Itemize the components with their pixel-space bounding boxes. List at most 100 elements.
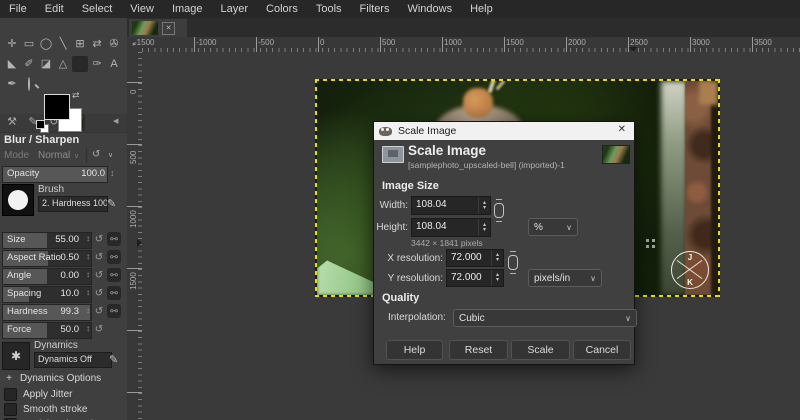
dynamics-options-expander[interactable]: + Dynamics Options: [4, 373, 101, 384]
force-slider[interactable]: Force 50.0 ↕: [2, 322, 92, 339]
cursor-dots: [646, 239, 649, 242]
chevron-down-icon: ∨: [590, 274, 596, 283]
aspect-ratio-spinner-icon[interactable]: ↕: [86, 252, 90, 261]
spacing-spinner-icon[interactable]: ↕: [86, 288, 90, 297]
default-colors-icon[interactable]: [36, 120, 45, 129]
menu-item-file[interactable]: File: [0, 0, 36, 18]
dialog-titlebar[interactable]: Scale Image ✕: [374, 122, 634, 140]
x-resolution-spinner[interactable]: ▴ ▾: [491, 250, 503, 266]
menu-item-image[interactable]: Image: [163, 0, 212, 18]
spin-down-icon[interactable]: ▾: [496, 278, 499, 283]
spin-down-icon[interactable]: ▾: [496, 258, 499, 263]
resolution-link-chain-icon[interactable]: [507, 251, 519, 274]
image-tab[interactable]: ✕: [129, 19, 187, 37]
bucket-fill-tool[interactable]: ◣: [4, 56, 20, 72]
rectangle-select-tool[interactable]: ▭: [21, 36, 37, 52]
dynamics-field[interactable]: Dynamics Off: [34, 352, 112, 368]
transform-tool[interactable]: ⇄: [89, 36, 105, 52]
checkbox-apply-jitter[interactable]: Apply Jitter: [4, 388, 72, 401]
vertical-ruler[interactable]: 0 500 1000 1500: [127, 52, 143, 420]
force-reset-icon[interactable]: ↺: [93, 324, 105, 335]
spacing-reset-icon[interactable]: ↺: [93, 288, 105, 299]
size-slider[interactable]: Size 55.00 ↕: [2, 232, 92, 249]
aspect-ratio-slider[interactable]: Aspect Ratio 0.50 ↕: [2, 250, 92, 267]
menu-item-edit[interactable]: Edit: [36, 0, 73, 18]
ink-tool[interactable]: ✒: [4, 76, 20, 92]
airbrush-tool[interactable]: △: [55, 56, 71, 72]
spacing-link-button[interactable]: ⚯: [107, 286, 121, 300]
paintbrush-tool[interactable]: ✐: [21, 56, 37, 72]
blur-sharpen-tool[interactable]: [72, 56, 88, 72]
aspect-ratio-link-button[interactable]: ⚯: [107, 250, 121, 264]
dialog-close-button[interactable]: ✕: [618, 124, 626, 135]
tab-close-icon[interactable]: ✕: [162, 22, 175, 35]
brush-name-field[interactable]: 2. Hardness 100: [38, 196, 108, 212]
menu-item-select[interactable]: Select: [73, 0, 122, 18]
opacity-spinner-icon[interactable]: ↕: [110, 168, 115, 178]
angle-link-button[interactable]: ⚯: [107, 268, 121, 282]
spin-down-icon[interactable]: ▾: [483, 206, 486, 211]
mode-switch-chevron-icon[interactable]: ∨: [108, 151, 113, 159]
spin-down-icon[interactable]: ▾: [483, 228, 486, 233]
width-field[interactable]: 108.04 ▴ ▾: [411, 196, 491, 215]
crop-tool[interactable]: ⊞: [72, 36, 88, 52]
spacing-slider[interactable]: Spacing 10.0 ↕: [2, 286, 92, 303]
menu-item-view[interactable]: View: [121, 0, 163, 18]
smudge-tool[interactable]: ✑: [89, 56, 105, 72]
reset-button[interactable]: Reset: [449, 340, 508, 360]
tool-options-tab[interactable]: ⚒: [2, 114, 22, 131]
scale-button[interactable]: Scale: [511, 340, 570, 360]
dialog-image-thumbnail: [602, 145, 630, 164]
text-tool[interactable]: A: [106, 56, 122, 72]
hardness-link-button[interactable]: ⚯: [107, 304, 121, 318]
menu-item-windows[interactable]: Windows: [398, 0, 461, 18]
zoom-tool[interactable]: [21, 76, 37, 92]
height-spinner[interactable]: ▴ ▾: [478, 219, 490, 236]
menu-item-colors[interactable]: Colors: [257, 0, 307, 18]
menu-item-filters[interactable]: Filters: [351, 0, 399, 18]
free-select-tool[interactable]: ◯: [38, 36, 54, 52]
dock-collapse-button[interactable]: ◀: [113, 117, 118, 125]
size-link-chain-icon[interactable]: [493, 199, 505, 222]
size-spinner-icon[interactable]: ↕: [86, 234, 90, 243]
width-spinner[interactable]: ▴ ▾: [478, 197, 490, 214]
edit-dynamics-button[interactable]: ✎: [109, 353, 118, 366]
interpolation-select[interactable]: Cubic ∨: [453, 309, 637, 327]
menu-item-layer[interactable]: Layer: [212, 0, 258, 18]
y-resolution-spinner[interactable]: ▴ ▾: [491, 270, 503, 286]
fg-color-swatch[interactable]: [44, 94, 70, 120]
angle-slider[interactable]: Angle 0.00 ↕: [2, 268, 92, 285]
menu-item-tools[interactable]: Tools: [307, 0, 351, 18]
cancel-button[interactable]: Cancel: [573, 340, 631, 360]
size-link-button[interactable]: ⚯: [107, 232, 121, 246]
move-tool[interactable]: ✛: [4, 36, 20, 52]
help-button[interactable]: Help: [386, 340, 443, 360]
clone-tool[interactable]: ✇: [106, 36, 122, 52]
eraser-tool[interactable]: ◪: [38, 56, 54, 72]
hardness-reset-icon[interactable]: ↺: [93, 306, 105, 317]
size-reset-icon[interactable]: ↺: [93, 234, 105, 245]
hardness-spinner-icon[interactable]: ↕: [86, 306, 90, 315]
brush-thumbnail[interactable]: [2, 184, 34, 216]
horizontal-ruler[interactable]: -1500 -1000 -500 0 500 1000 1500 2000 25…: [142, 37, 800, 53]
mode-select[interactable]: Normal: [38, 150, 70, 161]
checkbox-smooth-stroke[interactable]: Smooth stroke: [4, 403, 87, 416]
height-field[interactable]: 108.04 ▴ ▾: [411, 218, 491, 237]
angle-spinner-icon[interactable]: ↕: [86, 270, 90, 279]
paths-tool[interactable]: ╲: [55, 36, 71, 52]
hardness-slider[interactable]: Hardness 99.3 ↕: [2, 304, 92, 321]
opacity-slider[interactable]: Opacity 100.0: [2, 166, 108, 183]
dynamics-thumbnail[interactable]: ✱: [2, 342, 30, 370]
resolution-unit-select[interactable]: pixels/in ∨: [528, 269, 602, 287]
swap-colors-icon[interactable]: ⇄: [72, 90, 80, 101]
mode-switch-icon[interactable]: ↺: [92, 149, 100, 160]
divider: [86, 148, 87, 163]
unit-select[interactable]: % ∨: [528, 218, 578, 236]
angle-reset-icon[interactable]: ↺: [93, 270, 105, 281]
aspect-ratio-reset-icon[interactable]: ↺: [93, 252, 105, 263]
menu-item-help[interactable]: Help: [461, 0, 502, 18]
x-resolution-field[interactable]: 72.000 ▴ ▾: [446, 249, 504, 267]
force-spinner-icon[interactable]: ↕: [86, 324, 90, 333]
edit-brush-button[interactable]: ✎: [107, 197, 116, 210]
y-resolution-field[interactable]: 72.000 ▴ ▾: [446, 269, 504, 287]
